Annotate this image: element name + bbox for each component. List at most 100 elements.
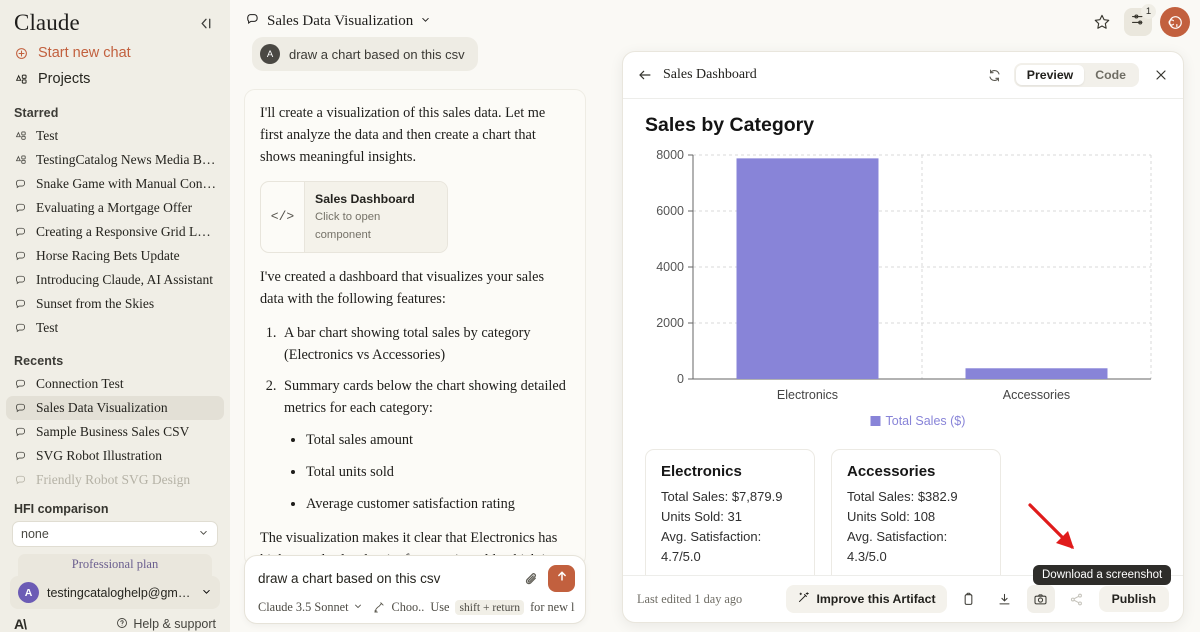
y-axis-tick-label: 0 <box>677 372 684 386</box>
clipboard-icon[interactable] <box>955 585 983 613</box>
account-menu-button[interactable]: A testingcataloghelp@gmail.... <box>10 576 220 609</box>
star-icon[interactable] <box>1088 8 1116 36</box>
publish-button[interactable]: Publish <box>1099 586 1169 612</box>
chat-icon <box>14 377 28 391</box>
recents-section-header: Recents <box>0 340 230 372</box>
chat-icon <box>14 273 28 287</box>
paperclip-icon[interactable] <box>524 571 540 587</box>
refresh-icon[interactable] <box>987 68 1002 83</box>
magic-wand-icon <box>797 591 810 607</box>
sidebar-item-starred-8[interactable]: Test <box>0 316 230 340</box>
artifact-preview-card[interactable]: </> Sales Dashboard Click to open compon… <box>260 181 448 253</box>
sidebar-item-label: Horse Racing Bets Update <box>36 248 180 264</box>
account-email: testingcataloghelp@gmail.... <box>47 586 193 600</box>
sub-feature-1-text: Total sales amount <box>306 432 413 448</box>
sidebar-item-starred-3[interactable]: Evaluating a Mortgage Offer <box>0 196 230 220</box>
x-axis-tick-label: Accessories <box>1003 388 1070 402</box>
download-icon[interactable] <box>991 585 1019 613</box>
bar-accessories <box>966 368 1108 379</box>
chat-icon <box>14 249 28 263</box>
start-new-chat-button[interactable]: Start new chat <box>0 40 230 66</box>
panel-collapse-icon[interactable] <box>194 12 216 34</box>
composer: draw a chart based on this csv <box>244 555 586 624</box>
recents-list: Connection Test Sales Data Visualization S… <box>0 372 230 492</box>
sidebar-item-label: Friendly Robot SVG Design <box>36 472 190 488</box>
claude-avatar-icon[interactable] <box>1160 7 1190 37</box>
sidebar-item-starred-5[interactable]: Horse Racing Bets Update <box>0 244 230 268</box>
composer-hint-suffix: for new line <box>530 600 575 615</box>
screenshot-tooltip: Download a screenshot <box>1033 565 1171 585</box>
chart-title: Sales by Category <box>645 114 1161 137</box>
style-icon[interactable] <box>373 601 386 614</box>
help-and-support-button[interactable]: Help & support <box>116 617 216 632</box>
share-icon[interactable] <box>1063 585 1091 613</box>
sub-features-list: Total sales amount Total units sold Aver… <box>306 430 570 516</box>
y-axis-tick-label: 4000 <box>656 260 684 274</box>
summary-card-accessories: Accessories Total Sales: $382.9 Units So… <box>831 449 1001 575</box>
sidebar-item-starred-7[interactable]: Sunset from the Skies <box>0 292 230 316</box>
chat-icon <box>14 401 28 415</box>
sidebar-item-recent-3[interactable]: SVG Robot Illustration <box>0 444 230 468</box>
close-icon[interactable] <box>1153 67 1169 83</box>
settings-sliders-button[interactable]: 1 <box>1124 8 1152 36</box>
chat-icon <box>14 201 28 215</box>
camera-icon[interactable] <box>1027 585 1055 613</box>
summary-card-electronics: Electronics Total Sales: $7,879.9 Units … <box>645 449 815 575</box>
plan-badge: Professional plan <box>18 554 212 576</box>
bar-chart[interactable]: 02000400060008000ElectronicsAccessoriesT… <box>645 147 1161 437</box>
page-title: Sales Data Visualization <box>267 13 413 30</box>
summary-card-units-sold: Units Sold: 108 <box>847 507 985 527</box>
tab-code[interactable]: Code <box>1084 65 1137 85</box>
starred-list: TestTestingCatalog News Media BusinessSn… <box>0 124 230 340</box>
hfi-comparison-value: none <box>21 527 49 541</box>
sidebar-item-recent-1[interactable]: Sales Data Visualization <box>6 396 224 420</box>
list-item: Average customer satisfaction rating <box>306 494 570 516</box>
composer-wrapper: draw a chart based on this csv <box>244 555 586 624</box>
sidebar-item-recent-0[interactable]: Connection Test <box>0 372 230 396</box>
sidebar-item-starred-4[interactable]: Creating a Responsive Grid Layout <box>0 220 230 244</box>
artifact-preview-card-body: Sales Dashboard Click to open component <box>305 182 447 252</box>
send-button[interactable] <box>548 565 575 592</box>
chevron-down-icon <box>353 600 363 615</box>
hfi-comparison-select[interactable]: none <box>12 521 218 547</box>
composer-meta-row: Claude 3.5 Sonnet Choo.. Use shift + ret… <box>258 599 575 616</box>
summary-cards-row: Electronics Total Sales: $7,879.9 Units … <box>645 449 1161 575</box>
arrow-left-icon[interactable] <box>637 67 653 83</box>
sidebar-item-label: Evaluating a Mortgage Offer <box>36 200 192 216</box>
sidebar-item-label: Sales Data Visualization <box>36 400 168 416</box>
sidebar-item-projects[interactable]: Projects <box>0 66 230 92</box>
projects-icon <box>14 153 28 167</box>
artifact-title: Sales Dashboard <box>663 67 977 83</box>
sidebar-item-label: Test <box>36 320 58 336</box>
improve-artifact-button[interactable]: Improve this Artifact <box>786 585 946 613</box>
sidebar-item-starred-1[interactable]: TestingCatalog News Media Business <box>0 148 230 172</box>
style-selector-label[interactable]: Choo.. <box>392 600 425 615</box>
sidebar-item-recent-4[interactable]: Friendly Robot SVG Design <box>0 468 230 492</box>
feature-2-text: Summary cards below the chart showing de… <box>284 378 566 416</box>
sidebar-item-starred-0[interactable]: Test <box>0 124 230 148</box>
summary-card-total-sales: Total Sales: $7,879.9 <box>661 487 799 507</box>
list-item: Total sales amount <box>306 430 570 452</box>
model-selector[interactable]: Claude 3.5 Sonnet <box>258 600 363 615</box>
sidebar-item-starred-2[interactable]: Snake Game with Manual Controls <box>0 172 230 196</box>
conversation-title-button[interactable]: Sales Data Visualization <box>230 0 600 37</box>
sidebar-header: Claude <box>0 0 230 40</box>
user-message: A draw a chart based on this csv <box>252 37 478 71</box>
summary-card-title: Accessories <box>847 463 985 480</box>
chat-icon <box>14 321 28 335</box>
chat-column: Sales Data Visualization A draw a chart … <box>230 0 600 632</box>
message-input[interactable]: draw a chart based on this csv <box>258 571 516 586</box>
message-list[interactable]: A draw a chart based on this csv I'll cr… <box>230 37 600 632</box>
sidebar-item-recent-2[interactable]: Sample Business Sales CSV <box>0 420 230 444</box>
tab-preview[interactable]: Preview <box>1016 65 1085 85</box>
composer-input-row: draw a chart based on this csv <box>258 565 575 592</box>
sidebar-bottom-bar: A\ Help & support <box>0 613 230 632</box>
list-item: Total units sold <box>306 462 570 484</box>
bar-electronics <box>737 158 879 379</box>
summary-card-satisfaction: Avg. Satisfaction: 4.7/5.0 <box>661 527 799 567</box>
start-new-chat-label: Start new chat <box>38 45 131 61</box>
sidebar-item-starred-6[interactable]: Introducing Claude, AI Assistant <box>0 268 230 292</box>
features-intro-text: I've created a dashboard that visualizes… <box>260 267 570 311</box>
legend-swatch <box>871 416 881 426</box>
hfi-comparison-label: HFI comparison <box>0 498 230 521</box>
